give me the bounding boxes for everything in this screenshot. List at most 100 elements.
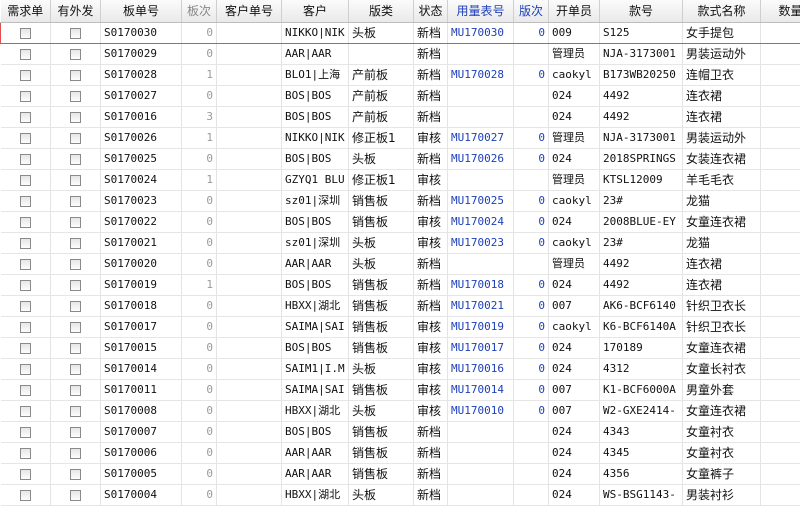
checkbox[interactable] xyxy=(20,112,31,123)
cell-customer-no[interactable] xyxy=(217,275,282,296)
cell-quantity[interactable] xyxy=(761,86,800,107)
cell-version[interactable] xyxy=(514,86,549,107)
cell-board-type[interactable]: 销售板 xyxy=(349,296,414,317)
cell-status[interactable]: 新档 xyxy=(414,443,448,464)
cell-creator[interactable]: 024 xyxy=(549,149,600,170)
checkbox[interactable] xyxy=(20,343,31,354)
cell-version[interactable] xyxy=(514,485,549,506)
need-order-checkbox[interactable] xyxy=(1,23,51,44)
cell-style-name[interactable]: 连衣裙 xyxy=(683,254,761,275)
cell-board-type[interactable]: 销售板 xyxy=(349,317,414,338)
cell-style-no[interactable]: 2008BLUE-EY xyxy=(600,212,683,233)
cell-creator[interactable]: 管理员 xyxy=(549,44,600,65)
cell-board-type[interactable]: 销售板 xyxy=(349,443,414,464)
cell-usage-no[interactable]: MU170025 xyxy=(448,191,514,212)
cell-style-no[interactable]: 4492 xyxy=(600,254,683,275)
cell-style-name[interactable]: 女童裤子 xyxy=(683,464,761,485)
cell-style-name[interactable]: 女童长衬衣 xyxy=(683,359,761,380)
cell-quantity[interactable] xyxy=(761,359,800,380)
cell-version[interactable]: 0 xyxy=(514,401,549,422)
cell-board-type[interactable]: 头板 xyxy=(349,254,414,275)
col-board-type[interactable]: 版类 xyxy=(349,0,414,23)
cell-usage-no[interactable] xyxy=(448,443,514,464)
checkbox[interactable] xyxy=(20,280,31,291)
outsource-checkbox[interactable] xyxy=(51,380,101,401)
cell-version[interactable]: 0 xyxy=(514,296,549,317)
cell-status[interactable]: 新档 xyxy=(414,23,448,44)
cell-quantity[interactable] xyxy=(761,443,800,464)
cell-style-name[interactable]: 男装运动外 xyxy=(683,44,761,65)
cell-customer[interactable]: AAR|AAR xyxy=(282,443,349,464)
cell-creator[interactable]: 024 xyxy=(549,212,600,233)
cell-customer-no[interactable] xyxy=(217,233,282,254)
cell-board-no[interactable]: S0170028 xyxy=(101,65,182,86)
need-order-checkbox[interactable] xyxy=(1,485,51,506)
table-row[interactable]: S01700191BOS|BOS销售板新档MU17001800244492连衣裙 xyxy=(1,275,800,296)
cell-board-times[interactable]: 0 xyxy=(182,23,217,44)
checkbox[interactable] xyxy=(70,154,81,165)
cell-creator[interactable]: caokyl xyxy=(549,65,600,86)
cell-usage-no[interactable]: MU170010 xyxy=(448,401,514,422)
cell-creator[interactable]: 009 xyxy=(549,23,600,44)
checkbox[interactable] xyxy=(70,343,81,354)
cell-usage-no[interactable] xyxy=(448,107,514,128)
checkbox[interactable] xyxy=(70,301,81,312)
col-board-no[interactable]: 板单号 xyxy=(101,0,182,23)
need-order-checkbox[interactable] xyxy=(1,296,51,317)
checkbox[interactable] xyxy=(20,70,31,81)
cell-board-no[interactable]: S0170021 xyxy=(101,233,182,254)
cell-creator[interactable]: 024 xyxy=(549,422,600,443)
cell-style-no[interactable]: 4312 xyxy=(600,359,683,380)
checkbox[interactable] xyxy=(20,322,31,333)
cell-customer-no[interactable] xyxy=(217,359,282,380)
cell-status[interactable]: 审核 xyxy=(414,317,448,338)
checkbox[interactable] xyxy=(70,280,81,291)
cell-board-type[interactable]: 头板 xyxy=(349,485,414,506)
cell-board-no[interactable]: S0170026 xyxy=(101,128,182,149)
cell-customer-no[interactable] xyxy=(217,191,282,212)
table-row[interactable]: S01700241GZYQ1 BLU修正板1审核管理员KTSL12009羊毛毛衣 xyxy=(1,170,800,191)
cell-usage-no[interactable]: MU170017 xyxy=(448,338,514,359)
cell-quantity[interactable] xyxy=(761,422,800,443)
table-row[interactable]: S01700270BOS|BOS产前板新档0244492连衣裙 xyxy=(1,86,800,107)
checkbox[interactable] xyxy=(20,238,31,249)
outsource-checkbox[interactable] xyxy=(51,149,101,170)
cell-style-name[interactable]: 女手提包 xyxy=(683,23,761,44)
cell-style-no[interactable]: NJA-3173001 xyxy=(600,44,683,65)
col-outsource[interactable]: 有外发 xyxy=(51,0,101,23)
cell-usage-no[interactable] xyxy=(448,422,514,443)
cell-status[interactable]: 新档 xyxy=(414,485,448,506)
cell-status[interactable]: 新档 xyxy=(414,44,448,65)
cell-usage-no[interactable]: MU170021 xyxy=(448,296,514,317)
cell-creator[interactable]: 024 xyxy=(549,86,600,107)
cell-creator[interactable]: 024 xyxy=(549,359,600,380)
cell-creator[interactable]: 管理员 xyxy=(549,170,600,191)
checkbox[interactable] xyxy=(70,70,81,81)
table-row[interactable]: S01700110SAIMA|SAI销售板审核MU1700140007K1-BC… xyxy=(1,380,800,401)
cell-board-type[interactable]: 头板 xyxy=(349,359,414,380)
cell-status[interactable]: 审核 xyxy=(414,212,448,233)
cell-quantity[interactable] xyxy=(761,23,800,44)
checkbox[interactable] xyxy=(20,490,31,501)
checkbox[interactable] xyxy=(20,196,31,207)
cell-style-no[interactable]: 23# xyxy=(600,233,683,254)
cell-version[interactable]: 0 xyxy=(514,23,549,44)
need-order-checkbox[interactable] xyxy=(1,44,51,65)
checkbox[interactable] xyxy=(70,469,81,480)
cell-style-no[interactable]: AK6-BCF6140 xyxy=(600,296,683,317)
cell-usage-no[interactable]: MU170027 xyxy=(448,128,514,149)
cell-board-no[interactable]: S0170014 xyxy=(101,359,182,380)
outsource-checkbox[interactable] xyxy=(51,464,101,485)
cell-usage-no[interactable]: MU170016 xyxy=(448,359,514,380)
cell-version[interactable]: 0 xyxy=(514,212,549,233)
outsource-checkbox[interactable] xyxy=(51,128,101,149)
cell-board-times[interactable]: 0 xyxy=(182,338,217,359)
cell-creator[interactable]: 024 xyxy=(549,464,600,485)
checkbox[interactable] xyxy=(70,91,81,102)
need-order-checkbox[interactable] xyxy=(1,149,51,170)
cell-board-times[interactable]: 0 xyxy=(182,359,217,380)
cell-style-no[interactable]: W2-GXE2414- xyxy=(600,401,683,422)
checkbox[interactable] xyxy=(20,406,31,417)
cell-board-no[interactable]: S0170008 xyxy=(101,401,182,422)
cell-customer-no[interactable] xyxy=(217,443,282,464)
